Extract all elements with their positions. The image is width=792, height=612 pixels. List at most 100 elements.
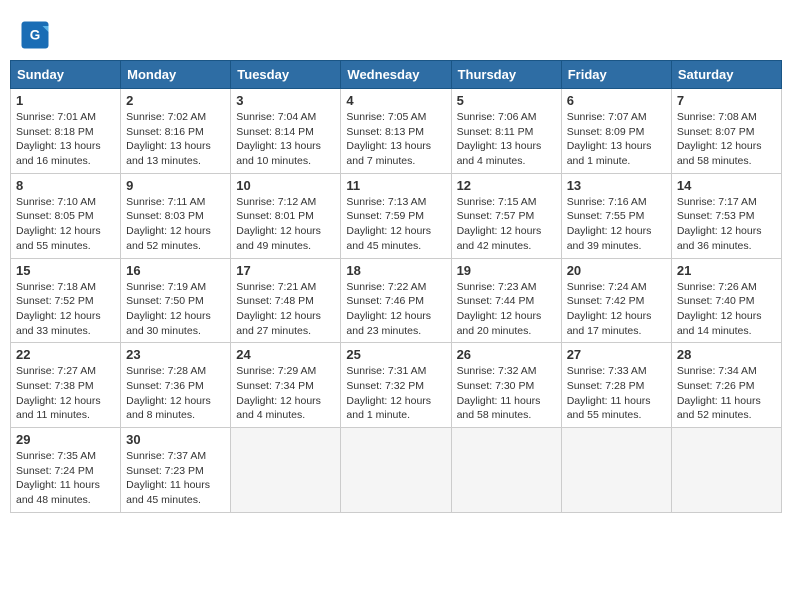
day-number: 8 xyxy=(16,178,115,193)
day-info: Sunrise: 7:27 AMSunset: 7:38 PMDaylight:… xyxy=(16,364,115,423)
day-number: 7 xyxy=(677,93,776,108)
calendar-cell xyxy=(341,428,451,513)
calendar-cell: 7 Sunrise: 7:08 AMSunset: 8:07 PMDaylight… xyxy=(671,89,781,174)
calendar-cell: 18 Sunrise: 7:22 AMSunset: 7:46 PMDayligh… xyxy=(341,258,451,343)
calendar-cell: 1Sunrise: 7:01 AMSunset: 8:18 PMDaylight… xyxy=(11,89,121,174)
day-number: 30 xyxy=(126,432,225,447)
day-number: 13 xyxy=(567,178,666,193)
weekday-sunday: Sunday xyxy=(11,61,121,89)
page-header: G xyxy=(10,10,782,55)
calendar-cell: 17 Sunrise: 7:21 AMSunset: 7:48 PMDayligh… xyxy=(231,258,341,343)
calendar-cell: 23 Sunrise: 7:28 AMSunset: 7:36 PMDayligh… xyxy=(121,343,231,428)
calendar-cell: 24 Sunrise: 7:29 AMSunset: 7:34 PMDayligh… xyxy=(231,343,341,428)
day-info: Sunrise: 7:17 AMSunset: 7:53 PMDaylight:… xyxy=(677,195,776,254)
calendar-cell: 16Sunrise: 7:19 AMSunset: 7:50 PMDayligh… xyxy=(121,258,231,343)
calendar-cell: 27Sunrise: 7:33 AMSunset: 7:28 PMDayligh… xyxy=(561,343,671,428)
day-number: 11 xyxy=(346,178,445,193)
calendar-cell: 11 Sunrise: 7:13 AMSunset: 7:59 PMDayligh… xyxy=(341,173,451,258)
calendar-cell: 5 Sunrise: 7:06 AMSunset: 8:11 PMDaylight… xyxy=(451,89,561,174)
day-info: Sunrise: 7:35 AMSunset: 7:24 PMDaylight:… xyxy=(16,449,115,508)
svg-text:G: G xyxy=(30,28,41,43)
day-info: Sunrise: 7:32 AMSunset: 7:30 PMDaylight:… xyxy=(457,364,556,423)
day-number: 4 xyxy=(346,93,445,108)
day-info: Sunrise: 7:24 AMSunset: 7:42 PMDaylight:… xyxy=(567,280,666,339)
calendar-cell xyxy=(671,428,781,513)
day-info: Sunrise: 7:15 AMSunset: 7:57 PMDaylight:… xyxy=(457,195,556,254)
day-info: Sunrise: 7:37 AMSunset: 7:23 PMDaylight:… xyxy=(126,449,225,508)
weekday-friday: Friday xyxy=(561,61,671,89)
calendar-week-2: 8 Sunrise: 7:10 AMSunset: 8:05 PMDaylight… xyxy=(11,173,782,258)
day-number: 9 xyxy=(126,178,225,193)
logo-icon: G xyxy=(20,20,50,50)
day-info: Sunrise: 7:22 AMSunset: 7:46 PMDaylight:… xyxy=(346,280,445,339)
day-info: Sunrise: 7:11 AMSunset: 8:03 PMDaylight:… xyxy=(126,195,225,254)
day-info: Sunrise: 7:02 AMSunset: 8:16 PMDaylight:… xyxy=(126,110,225,169)
day-number: 20 xyxy=(567,263,666,278)
weekday-thursday: Thursday xyxy=(451,61,561,89)
calendar-cell xyxy=(451,428,561,513)
day-number: 23 xyxy=(126,347,225,362)
calendar-cell: 6 Sunrise: 7:07 AMSunset: 8:09 PMDaylight… xyxy=(561,89,671,174)
calendar-cell: 14Sunrise: 7:17 AMSunset: 7:53 PMDayligh… xyxy=(671,173,781,258)
calendar-week-4: 22 Sunrise: 7:27 AMSunset: 7:38 PMDayligh… xyxy=(11,343,782,428)
day-info: Sunrise: 7:21 AMSunset: 7:48 PMDaylight:… xyxy=(236,280,335,339)
calendar-cell: 15Sunrise: 7:18 AMSunset: 7:52 PMDayligh… xyxy=(11,258,121,343)
day-number: 18 xyxy=(346,263,445,278)
calendar-cell: 21Sunrise: 7:26 AMSunset: 7:40 PMDayligh… xyxy=(671,258,781,343)
weekday-tuesday: Tuesday xyxy=(231,61,341,89)
day-info: Sunrise: 7:28 AMSunset: 7:36 PMDaylight:… xyxy=(126,364,225,423)
day-info: Sunrise: 7:19 AMSunset: 7:50 PMDaylight:… xyxy=(126,280,225,339)
day-info: Sunrise: 7:05 AMSunset: 8:13 PMDaylight:… xyxy=(346,110,445,169)
calendar-cell: 20 Sunrise: 7:24 AMSunset: 7:42 PMDayligh… xyxy=(561,258,671,343)
calendar-week-5: 29 Sunrise: 7:35 AMSunset: 7:24 PMDayligh… xyxy=(11,428,782,513)
calendar-cell xyxy=(561,428,671,513)
day-number: 25 xyxy=(346,347,445,362)
day-info: Sunrise: 7:04 AMSunset: 8:14 PMDaylight:… xyxy=(236,110,335,169)
calendar-cell: 2Sunrise: 7:02 AMSunset: 8:16 PMDaylight… xyxy=(121,89,231,174)
day-info: Sunrise: 7:13 AMSunset: 7:59 PMDaylight:… xyxy=(346,195,445,254)
day-number: 3 xyxy=(236,93,335,108)
day-number: 17 xyxy=(236,263,335,278)
day-number: 24 xyxy=(236,347,335,362)
day-number: 22 xyxy=(16,347,115,362)
calendar-cell: 13 Sunrise: 7:16 AMSunset: 7:55 PMDayligh… xyxy=(561,173,671,258)
day-number: 29 xyxy=(16,432,115,447)
calendar-cell: 19 Sunrise: 7:23 AMSunset: 7:44 PMDayligh… xyxy=(451,258,561,343)
calendar-cell: 30 Sunrise: 7:37 AMSunset: 7:23 PMDayligh… xyxy=(121,428,231,513)
day-info: Sunrise: 7:16 AMSunset: 7:55 PMDaylight:… xyxy=(567,195,666,254)
calendar-cell: 22 Sunrise: 7:27 AMSunset: 7:38 PMDayligh… xyxy=(11,343,121,428)
calendar-cell: 9 Sunrise: 7:11 AMSunset: 8:03 PMDaylight… xyxy=(121,173,231,258)
weekday-saturday: Saturday xyxy=(671,61,781,89)
calendar-cell: 3 Sunrise: 7:04 AMSunset: 8:14 PMDaylight… xyxy=(231,89,341,174)
day-info: Sunrise: 7:31 AMSunset: 7:32 PMDaylight:… xyxy=(346,364,445,423)
weekday-monday: Monday xyxy=(121,61,231,89)
day-number: 10 xyxy=(236,178,335,193)
calendar-table: SundayMondayTuesdayWednesdayThursdayFrid… xyxy=(10,60,782,513)
day-number: 19 xyxy=(457,263,556,278)
calendar-cell: 10 Sunrise: 7:12 AMSunset: 8:01 PMDayligh… xyxy=(231,173,341,258)
calendar-cell: 8 Sunrise: 7:10 AMSunset: 8:05 PMDaylight… xyxy=(11,173,121,258)
day-info: Sunrise: 7:12 AMSunset: 8:01 PMDaylight:… xyxy=(236,195,335,254)
day-info: Sunrise: 7:29 AMSunset: 7:34 PMDaylight:… xyxy=(236,364,335,423)
day-info: Sunrise: 7:07 AMSunset: 8:09 PMDaylight:… xyxy=(567,110,666,169)
day-info: Sunrise: 7:10 AMSunset: 8:05 PMDaylight:… xyxy=(16,195,115,254)
calendar-cell xyxy=(231,428,341,513)
day-number: 28 xyxy=(677,347,776,362)
weekday-wednesday: Wednesday xyxy=(341,61,451,89)
day-number: 21 xyxy=(677,263,776,278)
day-number: 6 xyxy=(567,93,666,108)
calendar-cell: 12 Sunrise: 7:15 AMSunset: 7:57 PMDayligh… xyxy=(451,173,561,258)
day-info: Sunrise: 7:23 AMSunset: 7:44 PMDaylight:… xyxy=(457,280,556,339)
day-number: 12 xyxy=(457,178,556,193)
calendar-cell: 29 Sunrise: 7:35 AMSunset: 7:24 PMDayligh… xyxy=(11,428,121,513)
day-info: Sunrise: 7:08 AMSunset: 8:07 PMDaylight:… xyxy=(677,110,776,169)
calendar-cell: 28Sunrise: 7:34 AMSunset: 7:26 PMDayligh… xyxy=(671,343,781,428)
day-number: 15 xyxy=(16,263,115,278)
calendar-cell: 25 Sunrise: 7:31 AMSunset: 7:32 PMDayligh… xyxy=(341,343,451,428)
logo: G xyxy=(20,20,52,50)
day-number: 1 xyxy=(16,93,115,108)
day-number: 5 xyxy=(457,93,556,108)
calendar-body: 1Sunrise: 7:01 AMSunset: 8:18 PMDaylight… xyxy=(11,89,782,513)
calendar-week-3: 15Sunrise: 7:18 AMSunset: 7:52 PMDayligh… xyxy=(11,258,782,343)
day-info: Sunrise: 7:06 AMSunset: 8:11 PMDaylight:… xyxy=(457,110,556,169)
